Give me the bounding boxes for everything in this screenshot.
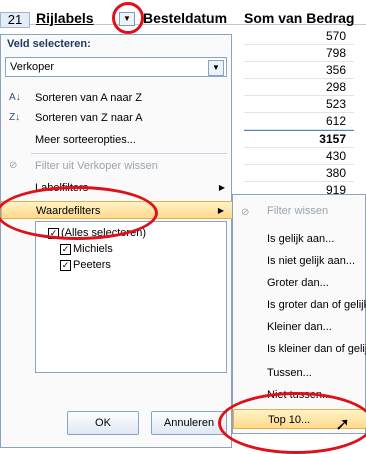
row-labels-header: Rijlabels: [36, 10, 94, 26]
sort-za-item[interactable]: Z↓ Sorteren van Z naar A: [1, 109, 233, 127]
submenu-not-equals[interactable]: Is niet gelijk aan...: [233, 251, 366, 271]
submenu-equals[interactable]: Is gelijk aan...: [233, 229, 366, 249]
mouse-cursor-icon: ➚: [335, 414, 351, 434]
submenu-clear-filter[interactable]: ⊘ Filter wissen: [233, 201, 366, 221]
sort-ascending-icon: A↓: [9, 92, 21, 103]
more-sort-label: Meer sorteeropties...: [35, 134, 136, 146]
checkbox-peeters[interactable]: ✓ Peeters: [60, 258, 111, 272]
value-cell: 798: [244, 45, 354, 62]
submenu-not-equals-label: Is niet gelijk aan...: [267, 255, 356, 267]
clear-filter-label: Filter uit Verkoper wissen: [35, 160, 158, 172]
value-cell: 430: [244, 148, 354, 165]
order-date-header: Besteldatum: [143, 10, 228, 26]
value-cell: 298: [244, 79, 354, 96]
checkbox-list: ✓ (Alles selecteren) ✓ Michiels ✓ Peeters: [35, 221, 227, 373]
field-select-title: Veld selecteren:: [7, 38, 91, 50]
value-cell: 523: [244, 96, 354, 113]
field-select-value: Verkoper: [10, 61, 55, 73]
checkbox-label: Peeters: [73, 259, 111, 271]
more-sort-options-item[interactable]: Meer sorteeropties...: [1, 131, 233, 149]
menu-divider: [31, 153, 227, 154]
submenu-equals-label: Is gelijk aan...: [267, 233, 335, 245]
checkbox-michiels[interactable]: ✓ Michiels: [60, 242, 113, 256]
cancel-button[interactable]: Annuleren: [151, 411, 227, 435]
submenu-less-equal[interactable]: Is kleiner dan of gelijk aan...: [233, 339, 366, 359]
value-filters-item[interactable]: Waardefilters ▶: [1, 201, 233, 219]
checkbox-label: (Alles selecteren): [61, 227, 146, 239]
submenu-top10-label: Top 10...: [268, 414, 311, 426]
values-column: 570 798 356 298 523 612 3157 430 380 919: [244, 28, 354, 199]
checkbox-icon: ✓: [60, 259, 71, 271]
submenu-less-label: Kleiner dan...: [267, 321, 332, 333]
checkbox-label: Michiels: [73, 243, 113, 255]
submenu-clear-label: Filter wissen: [267, 205, 329, 217]
submenu-arrow-icon: ▶: [217, 206, 224, 215]
field-select[interactable]: Verkoper ▼: [5, 57, 227, 77]
row-labels-dropdown-button[interactable]: ▼: [119, 12, 135, 26]
submenu-less-equal-label: Is kleiner dan of gelijk aan...: [267, 343, 366, 355]
submenu-between[interactable]: Tussen...: [233, 363, 366, 383]
value-cell: 570: [244, 28, 354, 45]
chevron-down-icon[interactable]: ▼: [208, 60, 224, 76]
submenu-greater[interactable]: Groter dan...: [233, 273, 366, 293]
value-filters-label: Waardefilters: [36, 205, 101, 217]
value-cell: 356: [244, 62, 354, 79]
row-number: 21: [0, 12, 30, 28]
sort-az-item[interactable]: A↓ Sorteren van A naar Z: [1, 89, 233, 107]
label-filters-label: Labelfilters: [35, 182, 89, 194]
value-filters-submenu: ⊘ Filter wissen Is gelijk aan... Is niet…: [232, 194, 366, 434]
submenu-greater-equal[interactable]: Is groter dan of gelijk aan...: [233, 295, 366, 315]
sort-descending-icon: Z↓: [9, 112, 21, 123]
sort-az-label: Sorteren van A naar Z: [35, 92, 143, 104]
submenu-greater-label: Groter dan...: [267, 277, 329, 289]
value-cell: 612: [244, 113, 354, 130]
checkbox-select-all[interactable]: ✓ (Alles selecteren): [48, 226, 146, 240]
checkbox-icon: ✓: [60, 243, 71, 255]
submenu-not-between[interactable]: Niet tussen...: [233, 385, 366, 405]
value-cell: 380: [244, 165, 354, 182]
submenu-arrow-icon: ▶: [218, 183, 225, 192]
clear-filter-item[interactable]: ⊘ Filter uit Verkoper wissen: [1, 157, 233, 175]
submenu-less[interactable]: Kleiner dan...: [233, 317, 366, 337]
checkbox-icon: ✓: [48, 227, 59, 239]
ok-button[interactable]: OK: [67, 411, 139, 435]
value-total-cell: 3157: [244, 130, 354, 148]
submenu-between-label: Tussen...: [267, 367, 312, 379]
sum-amount-header: Som van Bedrag: [244, 10, 355, 26]
clear-filter-icon: ⊘: [9, 160, 18, 171]
filter-menu: Veld selecteren: Verkoper ▼ A↓ Sorteren …: [0, 34, 233, 448]
submenu-not-between-label: Niet tussen...: [267, 389, 332, 401]
submenu-greater-equal-label: Is groter dan of gelijk aan...: [267, 299, 366, 311]
clear-filter-icon: ⊘: [241, 207, 250, 218]
pivot-header: 21 Rijlabels ▼ Besteldatum Som van Bedra…: [0, 0, 366, 28]
sort-za-label: Sorteren van Z naar A: [35, 112, 143, 124]
label-filters-item[interactable]: Labelfilters ▶: [1, 179, 233, 197]
